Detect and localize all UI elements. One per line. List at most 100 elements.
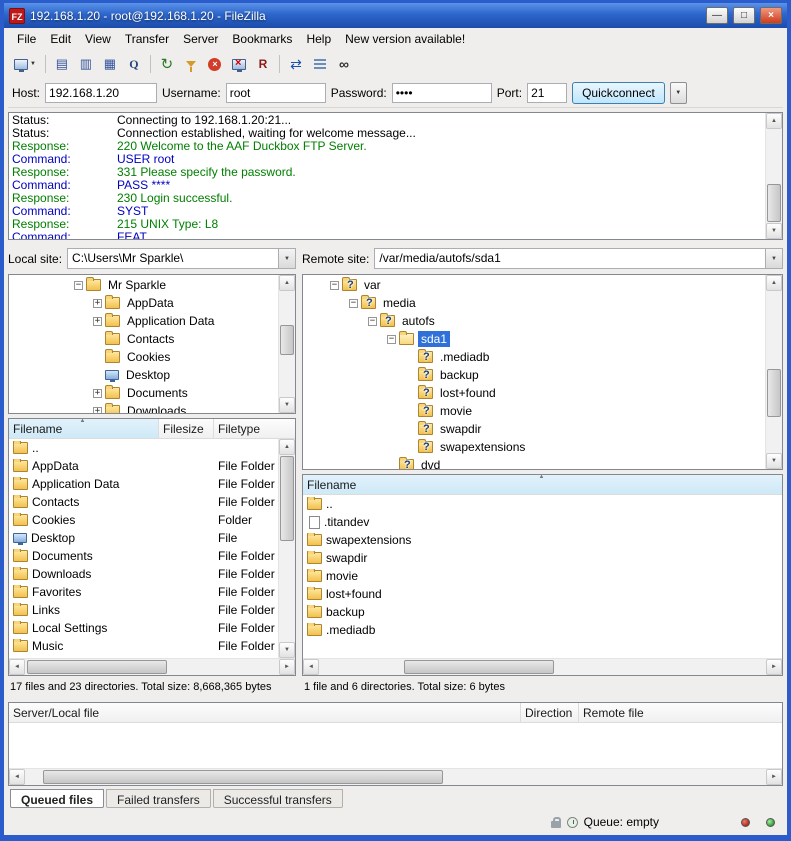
remote-tree-toggle-button[interactable]: ▦: [99, 53, 121, 75]
tree-item-label[interactable]: backup: [437, 367, 482, 383]
scroll-track[interactable]: [25, 659, 279, 675]
queue-hscrollbar[interactable]: ◄ ►: [9, 768, 782, 785]
file-row[interactable]: Application Data File Folder: [9, 475, 278, 493]
expander[interactable]: −: [387, 335, 396, 344]
tree-item[interactable]: − autofs: [303, 312, 765, 330]
file-row[interactable]: swapextensions: [303, 531, 782, 549]
scroll-thumb[interactable]: [280, 456, 294, 541]
scroll-thumb[interactable]: [280, 325, 294, 355]
message-log-toggle-button[interactable]: ▤: [51, 53, 73, 75]
scroll-track[interactable]: [279, 455, 295, 642]
column-header-remote-file[interactable]: Remote file: [579, 703, 782, 723]
scroll-down-icon[interactable]: ▼: [766, 453, 782, 469]
scroll-up-icon[interactable]: ▲: [279, 275, 295, 291]
scroll-thumb[interactable]: [767, 184, 781, 222]
cancel-button[interactable]: ×: [204, 53, 226, 75]
file-row[interactable]: AppData File Folder: [9, 457, 278, 475]
log-scrollbar[interactable]: ▲ ▼: [765, 113, 782, 239]
tree-item-label[interactable]: sda1: [418, 331, 450, 347]
tree-item[interactable]: − Mr Sparkle: [9, 276, 278, 294]
minimize-button[interactable]: —: [706, 7, 728, 24]
expander[interactable]: +: [93, 389, 102, 398]
tree-item-label[interactable]: AppData: [124, 295, 177, 311]
tree-item-label[interactable]: swapextensions: [437, 439, 528, 455]
scroll-up-icon[interactable]: ▲: [766, 113, 782, 129]
expander[interactable]: +: [93, 407, 102, 414]
tree-item[interactable]: + Documents: [9, 384, 278, 402]
maximize-button[interactable]: □: [733, 7, 755, 24]
file-row[interactable]: .mediadb: [303, 621, 782, 639]
file-row[interactable]: movie: [303, 567, 782, 585]
tree-item[interactable]: .mediadb: [303, 348, 765, 366]
encryption-status-icon[interactable]: [551, 821, 561, 828]
tree-item-label[interactable]: Desktop: [123, 367, 173, 383]
scroll-right-icon[interactable]: ►: [279, 659, 295, 675]
file-row[interactable]: swapdir: [303, 549, 782, 567]
file-row[interactable]: ..: [303, 495, 782, 513]
menu-item[interactable]: Help: [299, 29, 338, 49]
menu-item[interactable]: Bookmarks: [225, 29, 299, 49]
local-list-scrollbar[interactable]: ▲ ▼: [278, 439, 295, 658]
tree-item-label[interactable]: autofs: [399, 313, 438, 329]
find-files-button[interactable]: ∞: [333, 53, 355, 75]
tree-item[interactable]: − sda1: [303, 330, 765, 348]
synchronized-browsing-button[interactable]: [309, 53, 331, 75]
scroll-thumb[interactable]: [767, 369, 781, 417]
reconnect-button[interactable]: R: [252, 53, 274, 75]
tree-item-label[interactable]: Downloads: [124, 403, 189, 413]
menu-item[interactable]: Server: [176, 29, 225, 49]
scroll-track[interactable]: [319, 659, 766, 675]
tree-item-label[interactable]: lost+found: [437, 385, 499, 401]
file-row[interactable]: backup: [303, 603, 782, 621]
file-row[interactable]: .titandev: [303, 513, 782, 531]
file-row[interactable]: Cookies Folder: [9, 511, 278, 529]
tree-item[interactable]: dvd: [303, 456, 765, 469]
tree-item[interactable]: Contacts: [9, 330, 278, 348]
local-site-combobox[interactable]: C:\Users\Mr Sparkle\ ▼: [67, 248, 296, 269]
tree-item[interactable]: − media: [303, 294, 765, 312]
refresh-button[interactable]: ↻: [156, 53, 178, 75]
host-input[interactable]: [45, 83, 157, 103]
tree-item-label[interactable]: swapdir: [437, 421, 484, 437]
tree-item-label[interactable]: Mr Sparkle: [105, 277, 169, 293]
tree-item[interactable]: + Downloads: [9, 402, 278, 413]
menu-item[interactable]: New version available!: [338, 29, 472, 49]
column-header-filesize[interactable]: Filesize: [159, 419, 214, 439]
speed-limit-icon[interactable]: [567, 817, 578, 828]
tree-item[interactable]: movie: [303, 402, 765, 420]
remote-site-dropdown-button[interactable]: ▼: [765, 249, 782, 268]
scroll-left-icon[interactable]: ◄: [9, 659, 25, 675]
tree-item-label[interactable]: .mediadb: [437, 349, 492, 365]
column-header-filetype[interactable]: Filetype: [214, 419, 295, 439]
site-manager-button[interactable]: ▼: [10, 53, 40, 75]
file-row[interactable]: Music File Folder: [9, 637, 278, 655]
tree-item[interactable]: − var: [303, 276, 765, 294]
scroll-thumb[interactable]: [43, 770, 443, 784]
transfer-queue-toggle-button[interactable]: Q: [123, 53, 145, 75]
file-row[interactable]: Documents File Folder: [9, 547, 278, 565]
tree-item-label[interactable]: Contacts: [124, 331, 177, 347]
filter-button[interactable]: [180, 53, 202, 75]
menu-item[interactable]: Edit: [43, 29, 78, 49]
scroll-thumb[interactable]: [404, 660, 554, 674]
local-site-dropdown-button[interactable]: ▼: [278, 249, 295, 268]
file-row[interactable]: Links File Folder: [9, 601, 278, 619]
tree-item-label[interactable]: dvd: [418, 457, 443, 469]
tree-item[interactable]: Desktop: [9, 366, 278, 384]
scroll-left-icon[interactable]: ◄: [9, 769, 25, 785]
tree-item[interactable]: Cookies: [9, 348, 278, 366]
local-site-path[interactable]: C:\Users\Mr Sparkle\: [68, 249, 278, 268]
directory-comparison-button[interactable]: ⇄: [285, 53, 307, 75]
scroll-down-icon[interactable]: ▼: [766, 223, 782, 239]
file-row[interactable]: Downloads File Folder: [9, 565, 278, 583]
column-header-direction[interactable]: Direction: [521, 703, 579, 723]
scroll-down-icon[interactable]: ▼: [279, 397, 295, 413]
scroll-down-icon[interactable]: ▼: [279, 642, 295, 658]
remote-site-path[interactable]: /var/media/autofs/sda1: [375, 249, 765, 268]
file-row[interactable]: Local Settings File Folder: [9, 619, 278, 637]
password-input[interactable]: [392, 83, 492, 103]
tree-item[interactable]: swapextensions: [303, 438, 765, 456]
tree-item-label[interactable]: movie: [437, 403, 475, 419]
port-input[interactable]: [527, 83, 567, 103]
column-header-filename[interactable]: Filename: [303, 475, 782, 495]
